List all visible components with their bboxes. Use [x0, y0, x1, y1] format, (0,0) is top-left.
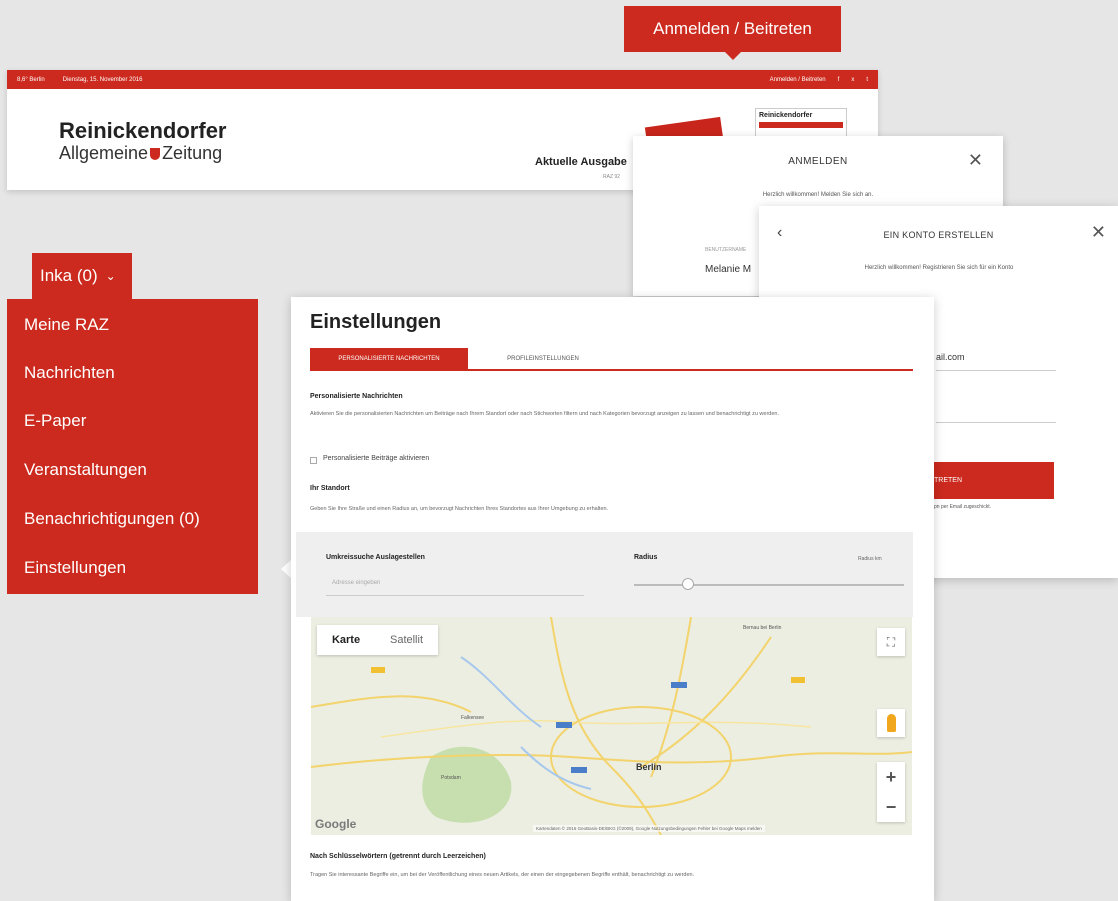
map-city-label: Berlin	[636, 762, 662, 772]
close-icon[interactable]: ✕	[968, 150, 983, 171]
date-text: Dienstag, 15. November 2016	[62, 76, 143, 83]
logo-word-zeitung: Zeitung	[162, 143, 223, 163]
zoom-in-button[interactable]: +	[877, 762, 905, 792]
login-register-button[interactable]: Anmelden / Beitreten	[624, 6, 841, 52]
shield-icon	[150, 148, 161, 160]
register-note: pn per Email zugeschickt.	[934, 504, 991, 510]
street-view-pegman-icon[interactable]	[877, 709, 905, 737]
newspaper-title: Reinickendorfer	[759, 112, 813, 119]
fullscreen-icon[interactable]: ⛶	[877, 628, 905, 656]
map-place-label: Potsdam	[441, 775, 461, 781]
page-title: Einstellungen	[310, 311, 442, 333]
section-personalized-text: Aktivieren Sie die personalisierten Nach…	[310, 411, 779, 417]
login-title: ANMELDEN	[788, 156, 848, 167]
radius-value: Radius km	[858, 556, 882, 562]
personalize-checkbox[interactable]	[310, 457, 317, 464]
zoom-out-button[interactable]: −	[877, 792, 905, 822]
section-location-title: Ihr Standort	[310, 485, 350, 492]
user-menu-toggle[interactable]: Inka (0) ⌄	[32, 253, 132, 299]
menu-item-epaper[interactable]: E-Paper	[24, 411, 86, 431]
settings-tabs: PERSONALISIERTE NACHRICHTEN PROFILEINSTE…	[310, 348, 913, 371]
pegman-shape	[886, 714, 896, 732]
cta-pointer	[725, 52, 741, 60]
site-logo-line1[interactable]: Reinickendorfer	[59, 118, 227, 144]
password-field[interactable]	[936, 422, 1056, 423]
map-zoom-controls: + −	[877, 762, 905, 822]
map-place-label: Falkensee	[461, 715, 485, 721]
section-keywords-title: Nach Schlüsselwörtern (getrennt durch Le…	[310, 853, 486, 860]
menu-item-nachrichten[interactable]: Nachrichten	[24, 363, 115, 383]
radius-slider[interactable]	[634, 584, 904, 586]
user-menu: Meine RAZ Nachrichten E-Paper Veranstalt…	[7, 299, 258, 594]
register-subtitle: Herzlich willkommen! Registrieren Sie si…	[864, 265, 1014, 271]
location-search-box: Umkreissuche Auslagestellen Adresse eing…	[296, 532, 913, 617]
register-submit-button[interactable]: TRETEN	[934, 462, 1054, 499]
map-copyright[interactable]: Kartendaten © 2016 GeoBasis-DE/BKG (©200…	[533, 825, 765, 832]
email-field-underline	[936, 370, 1056, 371]
radius-title: Radius	[634, 554, 658, 561]
google-logo: Google	[315, 817, 357, 831]
facebook-icon[interactable]: f	[838, 77, 840, 83]
username-field[interactable]: Melanie M	[705, 264, 751, 275]
username-label: BENUTZERNAME	[705, 247, 747, 253]
tab-personalized-news[interactable]: PERSONALISIERTE NACHRICHTEN	[310, 348, 468, 369]
topbar-login-link[interactable]: Anmelden / Beitreten	[770, 77, 826, 83]
current-issue-sub: RAZ 92	[603, 174, 620, 180]
register-title: EIN KONTO ERSTELLEN	[883, 230, 994, 240]
xing-icon[interactable]: x	[851, 77, 854, 83]
login-subtitle: Herzlich willkommen! Melden Sie sich an.	[762, 192, 874, 198]
address-input[interactable]: Adresse eingeben	[326, 580, 584, 596]
register-submit-label: TRETEN	[934, 477, 962, 484]
map-type-toggle: Karte Satellit	[317, 625, 438, 655]
newspaper-stripe	[759, 122, 843, 128]
menu-item-benachrichtigungen[interactable]: Benachrichtigungen (0)	[24, 509, 200, 529]
section-location-text: Geben Sie Ihre Straße und einen Radius a…	[310, 506, 609, 512]
map-type-satellite-button[interactable]: Satellit	[375, 625, 438, 655]
user-menu-label: Inka (0)	[40, 266, 98, 285]
chevron-down-icon: ⌄	[105, 269, 116, 283]
logo-word-allgemeine: Allgemeine	[59, 143, 149, 163]
close-icon[interactable]: ✕	[1091, 222, 1106, 243]
section-personalized-title: Personalisierte Nachrichten	[310, 393, 403, 400]
location-search-title: Umkreissuche Auslagestellen	[326, 554, 425, 561]
radius-slider-handle[interactable]	[682, 578, 694, 590]
tab-profile-settings[interactable]: PROFILEINSTELLUNGEN	[468, 348, 618, 369]
site-logo-line2[interactable]: Allgemeine Zeitung	[59, 143, 222, 164]
personalize-checkbox-label[interactable]: Personalisierte Beiträge aktivieren	[323, 455, 429, 462]
settings-pointer	[281, 560, 291, 578]
twitter-icon[interactable]: t	[866, 77, 868, 83]
map[interactable]: Karte Satellit ⛶ + − Bernau bei Berlin F…	[311, 617, 912, 835]
map-place-label: Bernau bei Berlin	[743, 625, 782, 631]
settings-panel: Einstellungen PERSONALISIERTE NACHRICHTE…	[291, 297, 934, 901]
site-topbar: 8,6° Berlin Dienstag, 15. November 2016 …	[7, 70, 878, 89]
map-type-map-button[interactable]: Karte	[317, 625, 375, 655]
email-field[interactable]: ail.com	[936, 352, 965, 362]
menu-item-meine-raz[interactable]: Meine RAZ	[24, 315, 109, 335]
current-issue-title[interactable]: Aktuelle Ausgabe	[535, 156, 627, 168]
weather-text: 8,6° Berlin	[17, 76, 45, 83]
menu-item-einstellungen[interactable]: Einstellungen	[24, 558, 126, 578]
section-keywords-text: Tragen Sie interessante Begriffe ein, um…	[310, 872, 695, 878]
menu-item-veranstaltungen[interactable]: Veranstaltungen	[24, 460, 147, 480]
